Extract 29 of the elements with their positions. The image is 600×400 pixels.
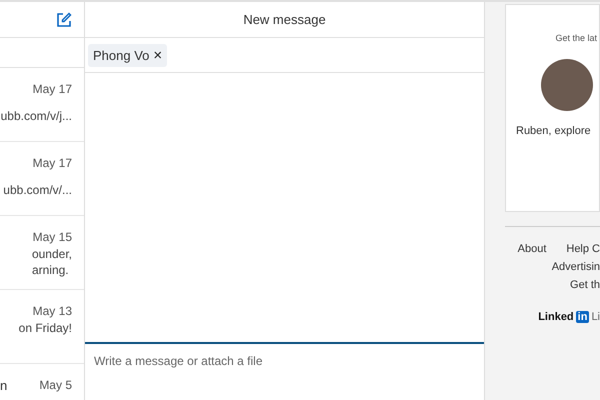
promo-text: Ruben, explore: [515, 125, 591, 137]
remove-button[interactable]: ×: [153, 48, 162, 62]
footer-link[interactable]: Advertisin: [552, 261, 600, 273]
conversation-item[interactable]: n May 5: [0, 364, 84, 400]
conversation-item[interactable]: May 15 ounder, arning.: [0, 216, 84, 290]
conversation-item[interactable]: May 17 ubb.com/v/...: [0, 142, 84, 216]
message-date: May 15: [32, 230, 72, 244]
compose-title: New message: [243, 12, 326, 27]
promo-heading: Get the lat: [555, 33, 598, 43]
message-snippet: ubb.com/v/...: [3, 182, 72, 198]
message-date: May 17: [32, 82, 72, 96]
brand-logo: in: [576, 311, 590, 323]
avatar-placeholder: [541, 59, 593, 111]
footer-link[interactable]: Get th: [570, 279, 600, 291]
brand-text: Li: [591, 311, 600, 323]
compose-icon[interactable]: [56, 12, 72, 28]
message-date: May 13: [32, 304, 72, 318]
contact-name: n: [0, 378, 8, 393]
conversation-item[interactable]: May 17 ubb.com/v/j...: [0, 68, 84, 142]
message-date: May 17: [32, 156, 72, 170]
recipient-name: Phong Vo: [93, 48, 150, 62]
message-snippet: ubb.com/v/j...: [0, 108, 72, 124]
footer-link[interactable]: Help C: [566, 243, 600, 255]
brand-wordmark: Linked: [538, 311, 574, 323]
footer-link[interactable]: About: [518, 243, 546, 255]
conversation-item[interactable]: May 13 on Friday!: [0, 290, 84, 364]
message-date: May 5: [39, 378, 72, 393]
message-snippet: ounder, arning.: [32, 246, 72, 278]
message-snippet: on Friday!: [18, 320, 72, 336]
